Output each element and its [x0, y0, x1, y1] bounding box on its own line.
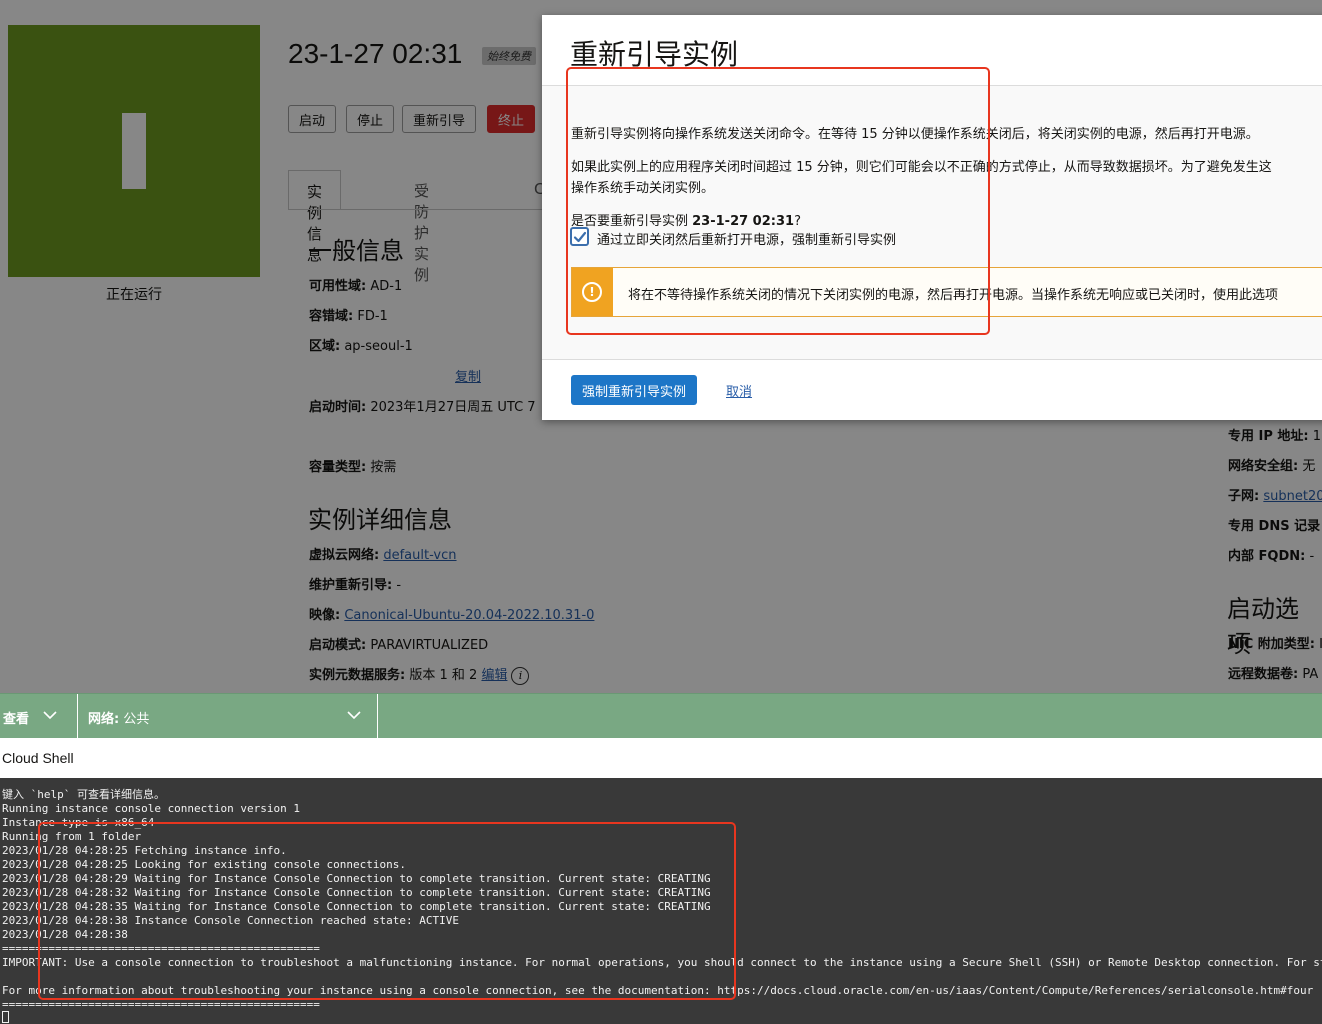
cancel-link[interactable]: 取消 — [726, 381, 752, 400]
cloud-shell-title: Cloud Shell — [2, 750, 74, 766]
network-selector[interactable]: 网络: 公共 — [88, 708, 149, 727]
chevron-down-icon[interactable] — [347, 710, 361, 720]
toolbar-divider — [77, 694, 78, 739]
dialog-footer-divider — [542, 359, 1322, 360]
view-menu-label[interactable]: 查看 — [3, 708, 29, 727]
chevron-down-icon[interactable] — [43, 710, 57, 720]
cloud-shell-toolbar: 查看 网络: 公共 — [0, 693, 1322, 739]
toolbar-divider — [377, 694, 378, 739]
annotation-box — [38, 822, 736, 1000]
cloud-shell-header: Cloud Shell — [0, 738, 1322, 778]
terminal-line: ========================================… — [2, 998, 320, 1011]
force-reboot-button[interactable]: 强制重新引导实例 — [571, 375, 698, 405]
terminal-line: Running instance console connection vers… — [2, 802, 301, 815]
annotation-box — [566, 67, 990, 335]
terminal-line: 键入 `help` 可查看详细信息。 — [2, 788, 165, 801]
terminal-cursor — [2, 1011, 9, 1023]
